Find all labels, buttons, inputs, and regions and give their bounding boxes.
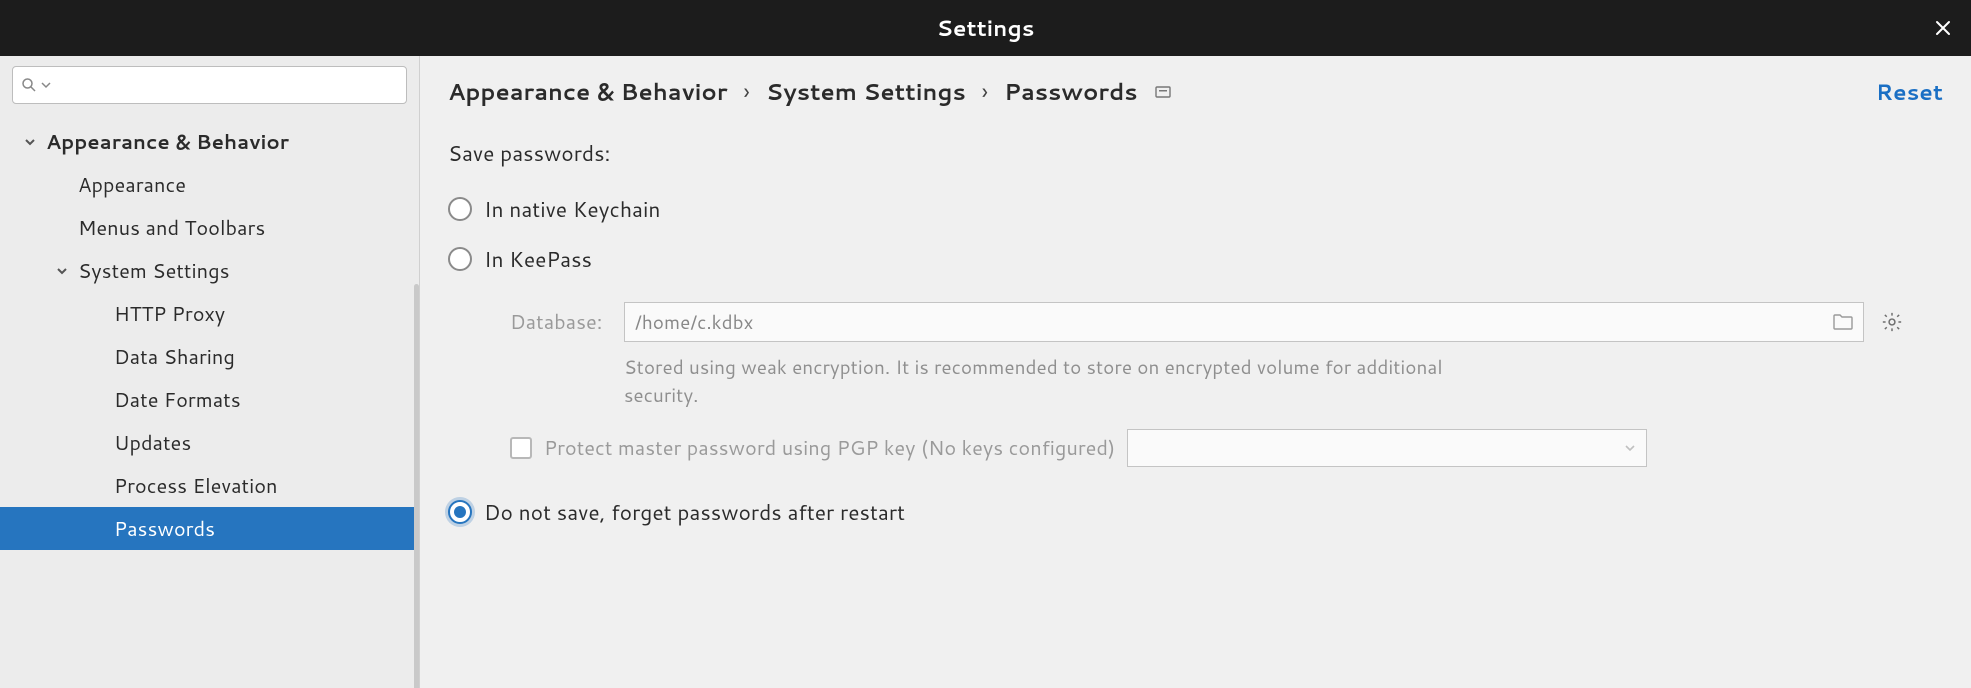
breadcrumb-segment: Passwords [1004,76,1137,108]
chevron-right-icon: › [982,76,988,108]
settings-tree: Appearance & Behavior Appearance Menus a… [0,114,419,688]
sidebar-item-label: Passwords [114,515,215,543]
chevron-down-icon [52,265,72,277]
radio-label: In KeePass [484,244,592,274]
sidebar-item-process-elevation[interactable]: Process Elevation [0,464,419,507]
chevron-down-icon [41,80,51,90]
radio-native-keychain[interactable]: In native Keychain [448,184,1943,234]
radio-icon[interactable] [448,500,472,524]
sidebar-item-label: HTTP Proxy [114,300,225,328]
reset-button[interactable]: Reset [1876,77,1943,108]
search-input[interactable] [12,66,407,104]
window-title: Settings [937,13,1035,44]
sidebar-item-label: System Settings [78,257,230,285]
breadcrumb-segment[interactable]: Appearance & Behavior [448,76,728,108]
content-pane: Appearance & Behavior › System Settings … [420,56,1971,688]
database-label: Database: [510,308,610,336]
database-path-input: /home/c.kdbx [624,302,1864,342]
scope-icon [1154,83,1172,101]
main-split: Appearance & Behavior Appearance Menus a… [0,56,1971,688]
sidebar-item-appearance[interactable]: Appearance [0,163,419,206]
sidebar-item-date-formats[interactable]: Date Formats [0,378,419,421]
search-icon [21,77,37,93]
radio-icon[interactable] [448,197,472,221]
sidebar-item-menus-toolbars[interactable]: Menus and Toolbars [0,206,419,249]
sidebar-item-label: Appearance [78,171,186,199]
breadcrumb: Appearance & Behavior › System Settings … [420,56,1971,118]
sidebar-item-label: Appearance & Behavior [46,128,289,156]
sidebar-item-label: Process Elevation [114,472,278,500]
folder-icon[interactable] [1833,313,1853,331]
database-path-value: /home/c.kdbx [635,309,753,336]
scrollbar[interactable] [414,284,419,688]
sidebar-item-label: Updates [114,429,191,457]
encryption-hint: Stored using weak encryption. It is reco… [510,348,1510,421]
sidebar-item-label: Data Sharing [114,343,235,371]
sidebar-item-passwords[interactable]: Passwords [0,507,419,550]
sidebar-item-data-sharing[interactable]: Data Sharing [0,335,419,378]
chevron-right-icon: › [744,76,750,108]
radio-label: In native Keychain [484,194,660,224]
sidebar-item-http-proxy[interactable]: HTTP Proxy [0,292,419,335]
breadcrumb-segment[interactable]: System Settings [766,76,966,108]
search-field[interactable] [55,76,398,94]
sidebar-item-system-settings[interactable]: System Settings [0,249,419,292]
gear-icon[interactable] [1878,308,1906,336]
protect-pgp-checkbox [510,437,532,459]
protect-pgp-label: Protect master password using PGP key (N… [544,434,1115,462]
save-passwords-label: Save passwords: [420,118,1971,178]
pgp-key-dropdown [1127,429,1647,467]
close-icon[interactable] [1933,18,1953,38]
radio-do-not-save[interactable]: Do not save, forget passwords after rest… [448,487,1943,537]
chevron-down-icon [20,136,40,148]
radio-keepass[interactable]: In KeePass [448,234,1943,284]
sidebar-item-appearance-behavior[interactable]: Appearance & Behavior [0,120,419,163]
sidebar-item-label: Date Formats [114,386,241,414]
chevron-down-icon [1624,442,1636,454]
sidebar: Appearance & Behavior Appearance Menus a… [0,56,420,688]
radio-icon[interactable] [448,247,472,271]
sidebar-item-updates[interactable]: Updates [0,421,419,464]
sidebar-item-label: Menus and Toolbars [78,214,265,242]
radio-label: Do not save, forget passwords after rest… [484,497,905,527]
titlebar: Settings [0,0,1971,56]
